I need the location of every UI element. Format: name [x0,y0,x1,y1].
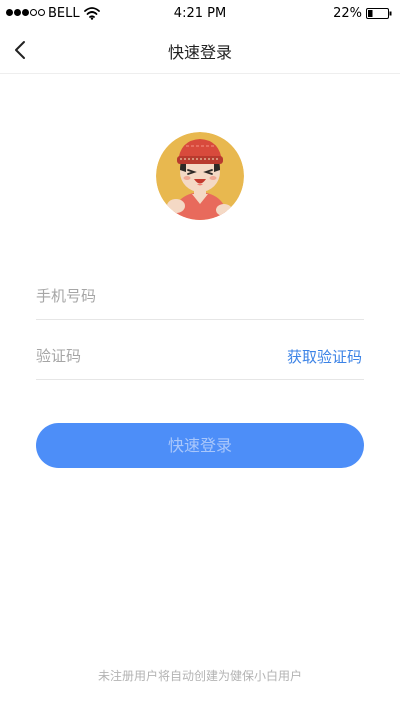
avatar [156,132,244,220]
verification-code-field: 获取验证码 [36,334,364,380]
status-bar: BELL 4:21 PM 22% [0,0,400,28]
quick-login-button[interactable]: 快速登录 [36,423,364,468]
page-title: 快速登录 [167,43,232,62]
battery-icon [366,8,392,19]
footer-note: 未注册用户将自动创建为健保小白用户 [97,669,302,683]
verification-code-input[interactable] [36,344,266,368]
battery-percentage: 22% [333,6,362,21]
phone-input[interactable] [36,284,266,308]
get-code-button[interactable]: 获取验证码 [287,346,362,367]
cartoon-avatar-icon [156,132,244,220]
phone-field [36,274,364,320]
navigation-bar: 快速登录 [0,28,400,74]
